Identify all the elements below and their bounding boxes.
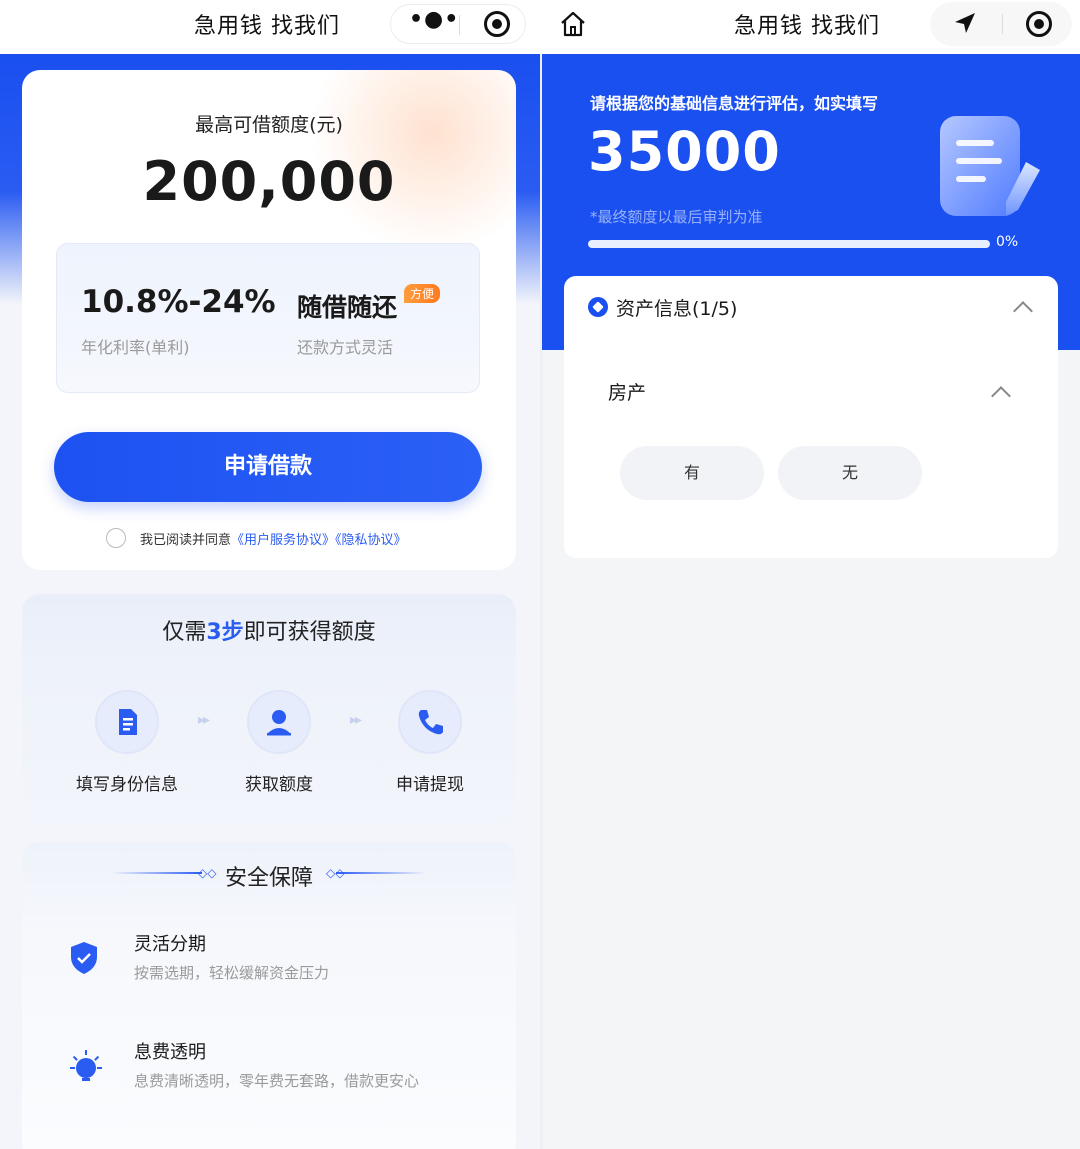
option-no-button[interactable]: 无 — [778, 446, 922, 500]
max-credit-label: 最高可借额度(元) — [195, 114, 343, 136]
step-fill-identity: 填写身份信息 — [52, 690, 202, 795]
feature-title: 灵活分期 — [134, 934, 206, 955]
option-yes-button[interactable]: 有 — [620, 446, 764, 500]
chevron-up-icon[interactable] — [991, 386, 1011, 406]
step-label: 填写身份信息 — [76, 775, 178, 795]
left-nav-bar: 急用钱 找我们 •●• — [0, 0, 540, 54]
bulb-icon — [70, 1050, 102, 1081]
phone-icon — [418, 710, 443, 735]
feature-title: 息费透明 — [134, 1042, 206, 1063]
final-amount-note: *最终额度以最后审判为准 — [590, 208, 763, 226]
right-screen: 急用钱 找我们 请根据您的基础信息进行评估，如实填写 35000 *最终额度以最… — [540, 0, 1080, 1149]
target-icon[interactable] — [1026, 11, 1052, 37]
steps-title: 仅需3步即可获得额度 — [22, 614, 516, 646]
capsule-divider — [1002, 14, 1003, 34]
step-apply-withdraw: 申请提现 — [355, 690, 505, 795]
credit-amount: 35000 — [588, 120, 781, 183]
step-icon-circle — [398, 690, 462, 754]
step-icon-circle — [247, 690, 311, 754]
page-title: 急用钱 找我们 — [734, 14, 880, 39]
evaluation-hint: 请根据您的基础信息进行评估，如实填写 — [590, 94, 879, 113]
user-service-agreement-link[interactable]: 《用户服务协议》 — [231, 533, 335, 548]
document-icon — [119, 709, 137, 735]
document-edit-icon — [940, 116, 1040, 216]
title-decor-line — [336, 872, 426, 874]
shield-check-icon — [71, 942, 97, 974]
step-icon-circle — [95, 690, 159, 754]
repayment-label: 还款方式灵活 — [297, 338, 394, 357]
progress-bar — [588, 240, 990, 248]
capsule-divider — [459, 15, 460, 35]
progress-percent: 0% — [996, 234, 1019, 250]
location-arrow-icon[interactable] — [952, 10, 978, 36]
home-icon[interactable] — [558, 9, 588, 39]
mini-program-capsule: •●• — [390, 4, 526, 44]
steps-card: 仅需3步即可获得额度 填写身份信息 ▸▸ 获取额度 ▸▸ 申请提现 — [22, 594, 516, 824]
convenient-badge: 方便 — [404, 284, 441, 303]
section-title: 资产信息(1/5) — [616, 298, 738, 320]
repayment-value: 随借随还 — [297, 293, 398, 322]
left-screen: 急用钱 找我们 •●• 最高可借额度(元) 200,000 10.8%-24% … — [0, 0, 540, 1149]
security-title: 安全保障 — [224, 866, 313, 891]
privacy-agreement-link[interactable]: 《隐私协议》 — [335, 533, 407, 548]
interest-rate-label: 年化利率(单利) — [81, 338, 190, 357]
agreement-text: 我已阅读并同意《用户服务协议》《隐私协议》 — [140, 529, 407, 548]
agreement-prefix: 我已阅读并同意 — [140, 533, 232, 548]
loan-card: 最高可借额度(元) 200,000 10.8%-24% 年化利率(单利) 随借随… — [22, 70, 516, 570]
section-indicator-icon — [588, 297, 608, 317]
feature-desc: 按需选期，轻松缓解资金压力 — [134, 964, 330, 982]
steps-title-pre: 仅需 — [162, 620, 207, 645]
right-nav-bar: 急用钱 找我们 — [540, 0, 1080, 54]
interest-rate-value: 10.8%-24% — [81, 284, 276, 320]
step-label: 获取额度 — [245, 775, 313, 795]
agreement-checkbox[interactable] — [106, 528, 126, 548]
asset-form-card: 资产信息(1/5) 房产 有 无 — [564, 276, 1058, 558]
mini-program-capsule — [930, 2, 1072, 46]
feature-desc: 息费清晰透明，零年费无套路，借款更安心 — [134, 1072, 420, 1090]
step-label: 申请提现 — [396, 775, 464, 795]
page-title: 急用钱 找我们 — [194, 14, 340, 39]
steps-title-highlight: 3步 — [206, 620, 244, 645]
chevron-up-icon[interactable] — [1013, 301, 1033, 321]
user-icon — [267, 710, 291, 736]
property-question: 房产 — [608, 382, 647, 404]
rate-info-box: 10.8%-24% 年化利率(单利) 随借随还 方便 还款方式灵活 — [56, 243, 480, 393]
apply-loan-button[interactable]: 申请借款 — [54, 432, 482, 502]
steps-title-post: 即可获得额度 — [243, 620, 376, 645]
step-get-credit: 获取额度 — [204, 690, 354, 795]
more-dots-icon[interactable]: •●• — [409, 7, 459, 32]
target-icon[interactable] — [484, 11, 510, 37]
security-card: ◇◇ 安全保障 ◇◇ 灵活分期 按需选期，轻松缓解资金压力 息费透明 息费 — [22, 842, 516, 1149]
max-credit-amount: 200,000 — [142, 150, 396, 213]
